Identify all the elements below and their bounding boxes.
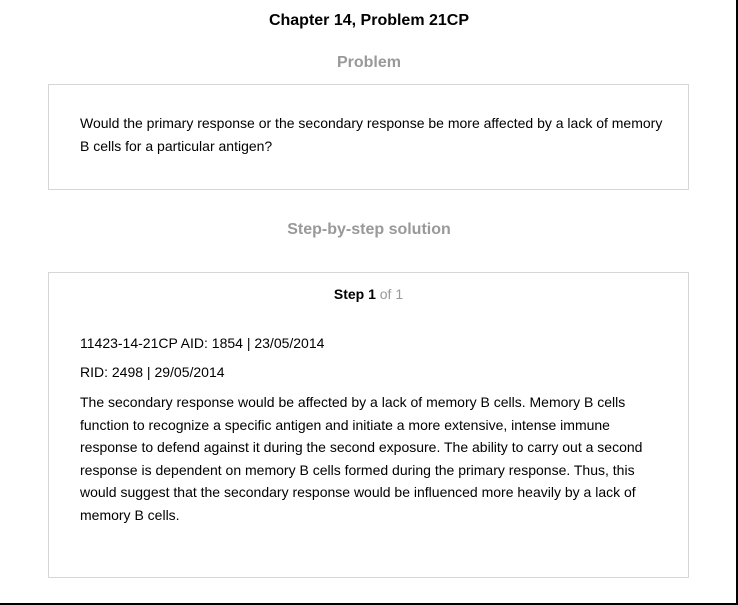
solution-text: The secondary response would be affected… [80, 394, 643, 523]
meta-line-aid: 11423-14-21CP AID: 1854 | 23/05/2014 [80, 335, 325, 351]
solution-heading: Step-by-step solution [287, 221, 451, 238]
page-title: Chapter 14, Problem 21CP [268, 12, 470, 29]
step-indicator: Step 1 of 1 [49, 286, 688, 302]
solution-box: Step 1 of 1 11423-14-21CP AID: 1854 | 23… [48, 272, 689, 578]
step-of: of 1 [379, 286, 404, 302]
problem-text: Would the primary response or the second… [80, 115, 663, 154]
problem-box: Would the primary response or the second… [48, 84, 689, 190]
meta-line-rid: RID: 2498 | 29/05/2014 [80, 364, 225, 380]
problem-heading: Problem [336, 54, 401, 71]
step-label: Step 1 [333, 286, 376, 302]
